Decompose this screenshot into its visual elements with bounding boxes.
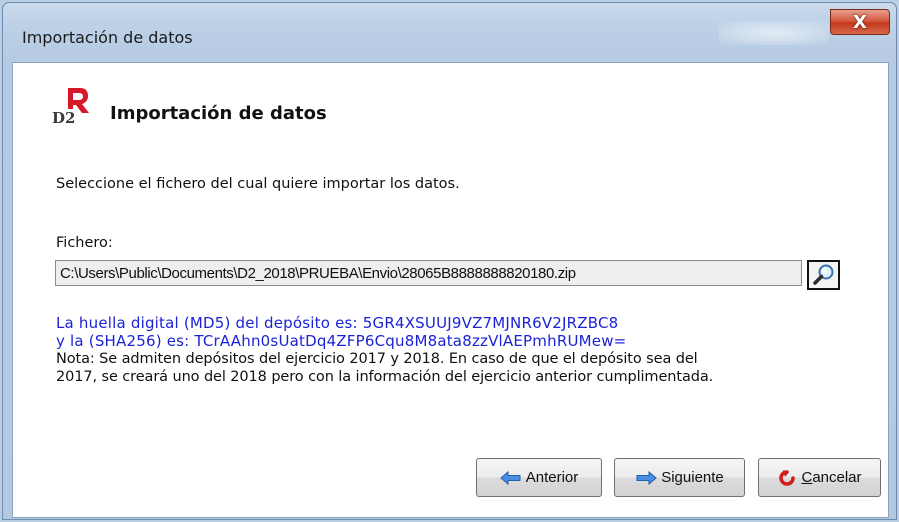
file-path-input[interactable] — [55, 260, 802, 286]
d2-logo-icon: D2 — [52, 88, 89, 125]
sha256-text: y la (SHA256) es: TCrAAhn0sUatDq4ZFP6Cqu… — [56, 332, 627, 350]
titlebar-glow — [719, 21, 829, 45]
previous-button[interactable]: Anterior — [476, 458, 602, 497]
logo-text: D2 — [52, 109, 75, 125]
next-button-label: Siguiente — [661, 469, 724, 486]
magnifier-icon — [812, 264, 833, 285]
md5-text: La huella digital (MD5) del depósito es:… — [56, 314, 619, 332]
page-title: Importación de datos — [110, 103, 327, 124]
close-button[interactable]: X — [830, 9, 890, 35]
cancel-icon — [779, 469, 796, 486]
cancel-button-label: Cancelar — [801, 469, 862, 486]
browse-button[interactable] — [807, 260, 840, 290]
arrow-left-icon — [499, 470, 521, 485]
instruction-text: Seleccione el fichero del cual quiere im… — [56, 176, 460, 192]
dialog-window: Importación de datos X D2 Importación de… — [2, 2, 897, 520]
arrow-right-icon — [636, 470, 657, 485]
file-field-label: Fichero: — [56, 235, 113, 251]
previous-button-label: Anterior — [525, 469, 579, 486]
info-block: La huella digital (MD5) del depósito es:… — [56, 314, 713, 386]
window-title: Importación de datos — [22, 28, 193, 47]
next-button[interactable]: Siguiente — [614, 458, 745, 497]
note-text-line1: Nota: Se admiten depósitos del ejercicio… — [56, 351, 698, 367]
cancel-button[interactable]: Cancelar — [758, 458, 881, 497]
dialog-content: D2 Importación de datos Seleccione el fi… — [12, 62, 889, 518]
note-text-line2: 2017, se creará uno del 2018 pero con la… — [56, 369, 714, 385]
